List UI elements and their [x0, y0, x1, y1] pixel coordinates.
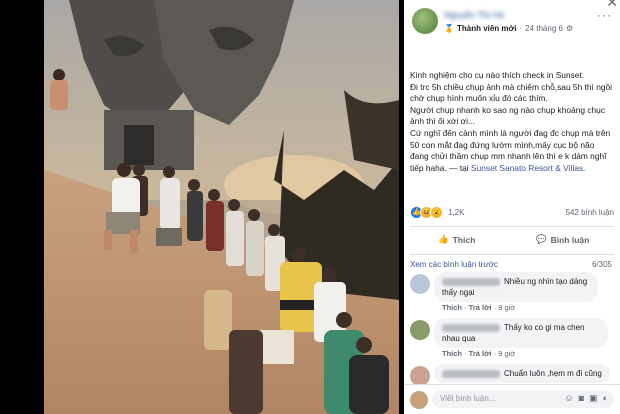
comment-input[interactable]: Viết bình luận... ☺ ◙ ▣ ◐ — [432, 390, 614, 408]
reactions-bar: 👍 😆 😮 1,2K 542 bình luận — [410, 206, 614, 220]
post-line: Người chụp nhanh ko sao ng nào chụp khoả… — [410, 104, 606, 127]
wow-icon: 😮 — [430, 206, 443, 219]
comment-count[interactable]: 542 bình luận — [566, 208, 615, 217]
comment-item: Chuẩn luôn ,hẹm m đi cũng — [410, 364, 616, 386]
comment-placeholder: Viết bình luận... — [440, 394, 496, 403]
post-body: Kinh nghiệm cho cụ nào thích check in Su… — [410, 70, 615, 174]
comment-reply-link[interactable]: Trả lời — [469, 349, 492, 358]
divider — [410, 254, 614, 255]
emoji-icon[interactable]: ☺ — [564, 393, 573, 404]
current-user-avatar — [410, 391, 428, 409]
gif-icon[interactable]: ▣ — [589, 393, 598, 404]
post-date[interactable]: 24 tháng 6 — [525, 24, 563, 33]
badge-icon: 🏅 — [444, 24, 454, 33]
comment-counter: 6/305 — [591, 260, 612, 269]
comment-bubble: Chuẩn luôn ,hẹm m đi cũng — [434, 364, 610, 383]
comment-bubble: Thấy ko co gi ma chen nhau qua — [434, 318, 608, 348]
member-badge: Thành viên mới — [456, 24, 517, 33]
commenter-name[interactable] — [442, 277, 500, 286]
comment-reply-link[interactable]: Trả lời — [469, 303, 492, 312]
post-header: Nguyễn Thị Hà 🏅 Thành viên mới · 24 thán… — [404, 0, 620, 60]
reaction-count[interactable]: 1,2K — [448, 208, 464, 217]
thumbs-up-icon: 👍 — [438, 234, 449, 244]
comment-item: Thấy ko co gi ma chen nhau qua Thích · T… — [410, 318, 616, 362]
comment-like-link[interactable]: Thích — [442, 303, 462, 312]
comment-actions: Thích · Trả lời · 9 giờ — [442, 349, 516, 358]
comment-button[interactable]: 💬 Bình luận — [536, 234, 589, 245]
comments-header: Xem các bình luận trước 6/305 — [410, 260, 616, 269]
comment-bubble: Nhiều ng nhìn tạo dáng thấy ngại — [434, 272, 598, 302]
commenter-name[interactable] — [442, 323, 500, 332]
commenter-avatar[interactable] — [410, 320, 430, 340]
comment-icon: 💬 — [536, 234, 547, 244]
author-name[interactable]: Nguyễn Thị Hà — [444, 10, 504, 20]
post-line: Cứ nghĩ đến cảnh mình là người đag đc ch… — [410, 127, 611, 173]
author-avatar[interactable] — [412, 8, 438, 34]
close-icon[interactable]: ✕ — [606, 0, 618, 11]
commenter-avatar[interactable] — [410, 274, 430, 294]
comment-input-bar: Viết bình luận... ☺ ◙ ▣ ◐ — [404, 384, 620, 414]
comment-item: Nhiều ng nhìn tạo dáng thấy ngại Thích ·… — [410, 272, 616, 316]
commenter-avatar[interactable] — [410, 366, 430, 386]
post-line: Kinh nghiệm cho cụ nào thích check in Su… — [410, 70, 585, 80]
action-bar: 👍 Thích 💬 Bình luận — [410, 230, 614, 250]
like-button[interactable]: 👍 Thích — [438, 234, 475, 245]
divider — [410, 226, 614, 227]
post-line: Đi trc 5h chiều chụp ảnh mà chiếm chỗ,sa… — [410, 81, 613, 104]
post-sidebar: Nguyễn Thị Hà 🏅 Thành viên mới · 24 thán… — [404, 0, 620, 414]
post-photo[interactable] — [44, 0, 399, 414]
comment-time: 8 giờ — [498, 303, 516, 312]
view-previous-comments[interactable]: Xem các bình luận trước — [410, 260, 498, 269]
reaction-icons[interactable]: 👍 😆 😮 — [410, 206, 443, 219]
comment-like-link[interactable]: Thích — [442, 349, 462, 358]
comment-actions: Thích · Trả lời · 8 giờ — [442, 303, 516, 312]
location-link[interactable]: Sunset Sanato Resort & Villas. — [471, 163, 585, 173]
audience-icon: ⚙ — [565, 24, 574, 33]
commenter-name[interactable] — [442, 369, 500, 378]
post-meta: 🏅 Thành viên mới · 24 tháng 6 ⚙ — [444, 24, 574, 33]
beach-sunset-photo — [44, 0, 399, 414]
sticker-icon[interactable]: ◐ — [603, 393, 608, 404]
input-icons: ☺ ◙ ▣ ◐ — [564, 393, 608, 404]
comment-time: 9 giờ — [498, 349, 516, 358]
camera-icon[interactable]: ◙ — [579, 393, 584, 404]
